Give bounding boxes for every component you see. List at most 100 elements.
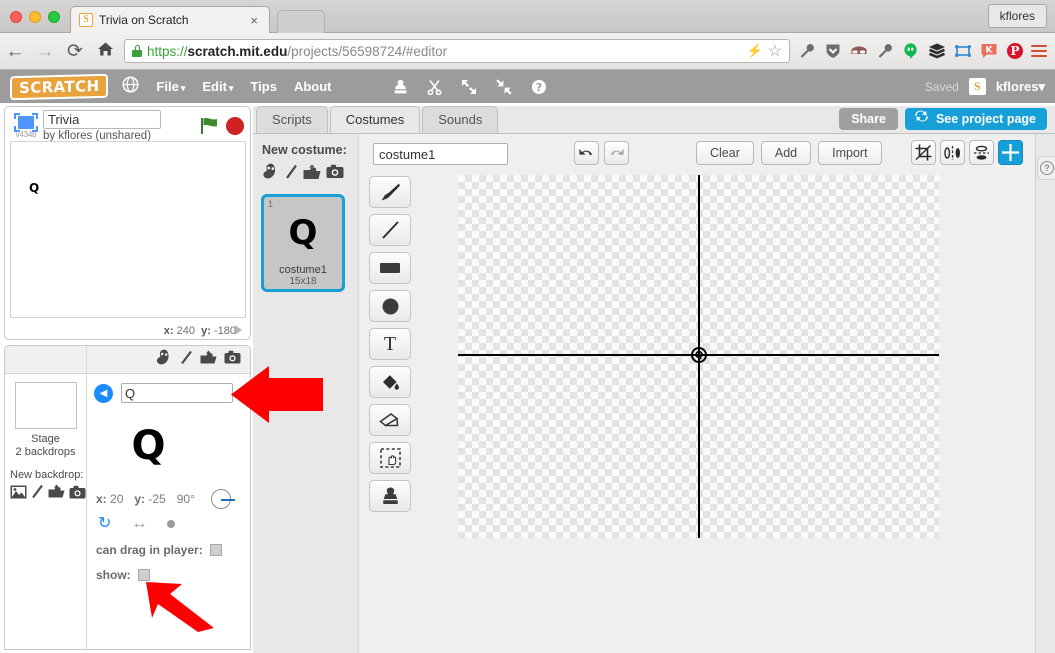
costume-library-icon[interactable] bbox=[262, 163, 280, 185]
crop-icon[interactable] bbox=[911, 140, 936, 165]
camera-icon-costume[interactable] bbox=[326, 164, 344, 184]
pinterest-extension-icon[interactable]: P bbox=[1005, 42, 1024, 61]
help-icon[interactable]: ? bbox=[531, 79, 547, 95]
project-title-input[interactable] bbox=[43, 109, 161, 129]
menu-about[interactable]: About bbox=[294, 79, 332, 94]
close-window-button[interactable] bbox=[10, 11, 22, 23]
screenshot-extension-icon[interactable] bbox=[953, 42, 972, 61]
rotation-style-do-not-rotate-icon[interactable] bbox=[167, 520, 176, 528]
undo-button[interactable] bbox=[574, 141, 599, 165]
green-flag-button[interactable] bbox=[199, 115, 221, 137]
menu-file[interactable]: File ▾ bbox=[156, 79, 185, 94]
small-stage-layout-button[interactable]: v434b bbox=[11, 112, 41, 139]
reload-icon[interactable]: ⟳ bbox=[60, 42, 90, 61]
stamp-tool[interactable] bbox=[369, 480, 411, 512]
menu-edit[interactable]: Edit ▾ bbox=[202, 79, 233, 94]
upload-icon-sprite[interactable] bbox=[200, 350, 217, 370]
camera-icon-sprite[interactable] bbox=[224, 350, 241, 369]
paint-canvas[interactable]: Q bbox=[458, 175, 939, 538]
bookmark-star-icon[interactable]: ☆ bbox=[768, 41, 782, 61]
import-button[interactable]: Import bbox=[818, 141, 882, 165]
set-center-icon[interactable] bbox=[998, 140, 1023, 165]
select-tool[interactable] bbox=[369, 442, 411, 474]
paint-icon-costume[interactable] bbox=[285, 164, 298, 185]
hangouts-extension-icon[interactable] bbox=[901, 42, 920, 61]
mask-extension-icon[interactable] bbox=[849, 42, 868, 61]
redo-button[interactable] bbox=[604, 141, 629, 165]
stamp-icon[interactable] bbox=[393, 79, 408, 95]
sprite-library-icon[interactable] bbox=[156, 349, 173, 370]
shrink-icon[interactable] bbox=[496, 78, 513, 95]
costume-name-input[interactable] bbox=[373, 143, 508, 165]
sprite-y-value[interactable]: -25 bbox=[148, 492, 165, 506]
refresh-arrows-icon bbox=[913, 108, 930, 130]
new-tab-button[interactable] bbox=[277, 10, 325, 33]
share-button[interactable]: Share bbox=[839, 108, 898, 130]
coord-y-value: -180 bbox=[213, 325, 236, 337]
klout-extension-icon[interactable]: K bbox=[979, 42, 998, 61]
ellipse-tool[interactable] bbox=[369, 290, 411, 322]
language-globe-icon[interactable] bbox=[122, 75, 139, 98]
stop-button[interactable] bbox=[226, 116, 244, 135]
sprite-direction-value[interactable]: 90° bbox=[177, 492, 195, 506]
flip-horizontal-icon[interactable] bbox=[940, 140, 965, 165]
add-button[interactable]: Add bbox=[760, 141, 812, 165]
stage-display[interactable]: Q bbox=[10, 141, 246, 318]
line-tool[interactable] bbox=[369, 214, 411, 246]
browser-tab[interactable]: S Trivia on Scratch × bbox=[70, 6, 270, 33]
tab-sounds[interactable]: Sounds bbox=[422, 106, 499, 133]
fill-tool[interactable] bbox=[369, 366, 411, 398]
tab-costumes[interactable]: Costumes bbox=[329, 106, 421, 133]
shield-extension-icon[interactable] bbox=[823, 42, 842, 61]
can-drag-row: can drag in player: bbox=[87, 543, 250, 557]
sprite-info-back-button[interactable]: ◀ bbox=[94, 383, 113, 403]
expand-pane-icon[interactable] bbox=[235, 325, 242, 335]
menu-tips[interactable]: Tips bbox=[250, 79, 277, 94]
wrench-extension-icon-2[interactable] bbox=[875, 42, 894, 61]
rotation-style-all-around-icon[interactable]: ↻ bbox=[98, 516, 111, 532]
buffer-layers-extension-icon[interactable] bbox=[927, 42, 946, 61]
forward-icon[interactable]: → bbox=[30, 42, 60, 61]
sprite-y-label: y: bbox=[134, 492, 146, 506]
picture-icon[interactable] bbox=[10, 485, 27, 504]
browser-profile-button[interactable]: kflores bbox=[987, 4, 1047, 28]
sprite-x-value[interactable]: 20 bbox=[110, 492, 123, 506]
lightning-icon[interactable]: ⚡ bbox=[746, 43, 762, 59]
user-avatar[interactable]: S bbox=[968, 78, 986, 95]
grow-icon[interactable] bbox=[461, 79, 477, 95]
minimize-window-button[interactable] bbox=[29, 11, 41, 23]
flip-vertical-icon[interactable] bbox=[969, 140, 994, 165]
rotation-style-left-right-icon[interactable]: ↔ bbox=[131, 516, 147, 532]
tab-scripts[interactable]: Scripts bbox=[256, 106, 328, 133]
canvas-center-marker[interactable]: Q bbox=[691, 347, 707, 363]
account-menu-label[interactable]: kflores▾ bbox=[996, 79, 1045, 95]
direction-dial[interactable] bbox=[210, 489, 235, 509]
wrench-extension-icon[interactable] bbox=[797, 42, 816, 61]
see-project-page-button[interactable]: See project page bbox=[904, 108, 1047, 130]
back-icon[interactable]: ← bbox=[0, 42, 30, 61]
show-checkbox[interactable] bbox=[137, 569, 150, 581]
address-bar[interactable]: https://scratch.mit.edu/projects/5659872… bbox=[124, 39, 790, 63]
costume-item-1[interactable]: 1 Q costume1 15x18 bbox=[261, 194, 345, 292]
can-drag-checkbox[interactable] bbox=[209, 544, 222, 556]
home-icon[interactable] bbox=[90, 41, 120, 61]
paint-icon-sprite[interactable] bbox=[180, 350, 193, 370]
stage-thumbnail[interactable] bbox=[14, 382, 77, 429]
sprite-name-input[interactable] bbox=[121, 383, 233, 403]
eraser-tool[interactable] bbox=[369, 404, 411, 436]
help-tab-button[interactable]: ? bbox=[1037, 156, 1055, 180]
upload-icon-costume[interactable] bbox=[303, 164, 321, 185]
camera-icon[interactable] bbox=[69, 485, 86, 504]
upload-icon[interactable] bbox=[48, 484, 65, 504]
paint-icon[interactable] bbox=[31, 484, 44, 504]
clear-button[interactable]: Clear bbox=[696, 141, 754, 165]
cut-icon[interactable] bbox=[427, 79, 442, 95]
text-tool[interactable]: T bbox=[369, 328, 411, 360]
stage-sprite-q[interactable]: Q bbox=[29, 181, 39, 195]
scratch-logo[interactable]: SCRATCH bbox=[10, 73, 109, 100]
rectangle-tool[interactable] bbox=[369, 252, 411, 284]
close-tab-icon[interactable]: × bbox=[247, 14, 261, 27]
maximize-window-button[interactable] bbox=[48, 11, 60, 23]
browser-menu-icon[interactable] bbox=[1031, 44, 1047, 58]
brush-tool[interactable] bbox=[369, 176, 411, 208]
